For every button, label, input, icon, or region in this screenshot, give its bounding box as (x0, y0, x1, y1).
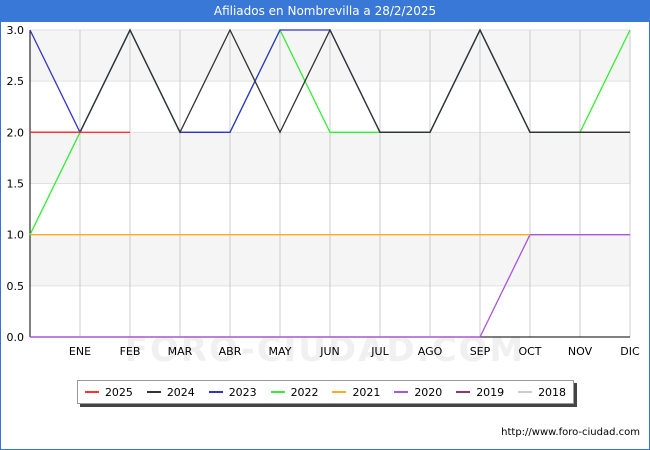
x-tick-label-jun: JUN (319, 345, 340, 358)
legend-label-2025: 2025 (104, 385, 133, 399)
legend-swatch-2024 (146, 391, 161, 393)
legend-swatch-2023 (208, 391, 223, 393)
legend-label-2022: 2022 (290, 385, 319, 399)
legend-swatch-2022 (270, 391, 285, 393)
legend-item-2021: 2021 (332, 386, 380, 399)
x-tick-label-abr: ABR (219, 345, 242, 358)
legend-swatch-2019 (456, 391, 471, 393)
x-tick-label-dic: DIC (620, 345, 640, 358)
legend-swatch-2018 (518, 391, 533, 393)
legend-label-2021: 2021 (352, 385, 381, 399)
source-url: http://www.foro-ciudad.com (501, 427, 640, 438)
legend-item-2024: 2024 (146, 385, 195, 399)
legend-item-2025: 2025 (84, 385, 133, 399)
x-tick-label-may: MAY (269, 345, 292, 358)
x-tick-label-nov: NOV (568, 345, 593, 358)
legend-label-2019: 2019 (476, 385, 505, 399)
y-tick-label-6: 3.0 (7, 24, 25, 37)
legend-label-2023: 2023 (228, 385, 257, 399)
legend: 2025 2024 2023 2022 2021 2020 2019 2018 (77, 380, 574, 404)
y-tick-label-5: 2.5 (7, 75, 25, 88)
y-tick-label-2: 1.0 (7, 229, 25, 242)
y-tick-label-3: 1.5 (7, 178, 25, 191)
x-tick-label-ago: AGO (418, 345, 443, 358)
y-tick-label-4: 2.0 (7, 126, 25, 139)
legend-swatch-2020 (394, 391, 409, 393)
x-tick-label-ene: ENE (69, 345, 91, 358)
legend-item-2022: 2022 (270, 385, 319, 399)
x-tick-label-feb: FEB (120, 345, 141, 358)
y-tick-label-0: 0.0 (7, 331, 25, 344)
legend-label-2024: 2024 (166, 385, 195, 399)
x-tick-label-sep: SEP (470, 345, 491, 358)
x-tick-label-oct: OCT (518, 345, 541, 358)
legend-label-2018: 2018 (538, 385, 567, 399)
legend-label-2020: 2020 (414, 385, 443, 399)
legend-swatch-2021 (332, 391, 347, 393)
legend-item-2019: 2019 (456, 386, 504, 399)
legend-item-2018: 2018 (518, 386, 566, 399)
x-tick-label-jul: JUL (370, 345, 389, 358)
y-tick-label-1: 0.5 (7, 280, 25, 293)
legend-swatch-2025 (84, 391, 99, 393)
legend-item-2023: 2023 (208, 385, 257, 399)
x-tick-label-mar: MAR (168, 345, 193, 358)
legend-item-2020: 2020 (394, 386, 442, 399)
